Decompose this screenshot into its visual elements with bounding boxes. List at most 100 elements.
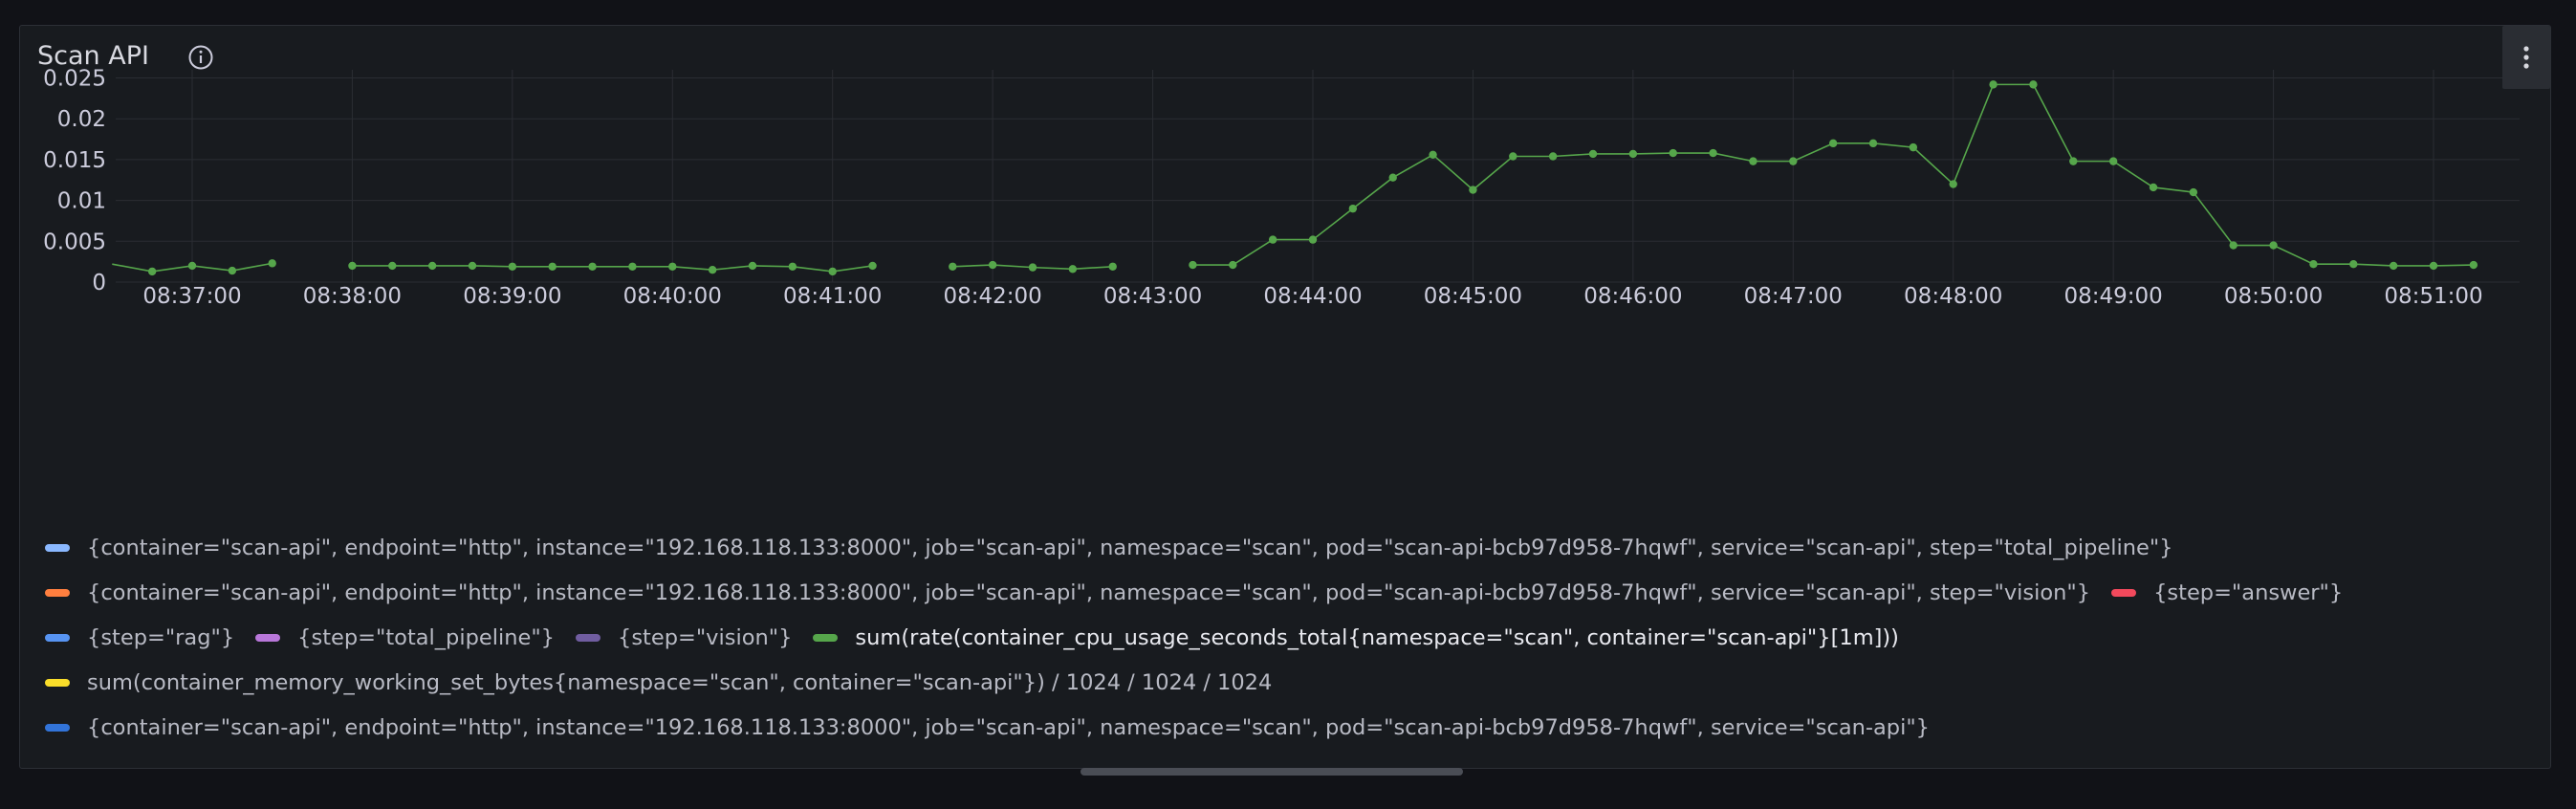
legend-item[interactable]: {container="scan-api", endpoint="http", …: [45, 715, 1930, 740]
data-point: [1909, 142, 1918, 152]
data-point: [348, 261, 357, 271]
data-point: [868, 261, 877, 271]
legend-row: sum(container_memory_working_set_bytes{n…: [45, 667, 2531, 712]
data-point: [2108, 157, 2118, 165]
legend-label: {step="total_pipeline"}: [297, 625, 555, 650]
data-point: [2189, 187, 2198, 197]
data-point: [1229, 260, 1237, 270]
data-point: [628, 262, 637, 271]
data-point: [508, 262, 517, 271]
y-tick-label: 0.005: [43, 230, 106, 254]
legend-color-swatch: [255, 634, 281, 642]
y-tick-label: 0: [92, 271, 106, 295]
data-point: [147, 267, 157, 276]
data-point: [1789, 157, 1798, 165]
data-point: [588, 262, 597, 271]
data-point: [1588, 149, 1598, 159]
x-tick-label: 08:38:00: [303, 284, 402, 309]
data-point: [1709, 148, 1717, 158]
legend-label: {container="scan-api", endpoint="http", …: [87, 580, 2091, 605]
data-point: [1949, 180, 1957, 188]
data-point: [1749, 157, 1757, 165]
data-point: [788, 262, 797, 271]
data-point: [1828, 139, 1838, 148]
data-point: [1868, 139, 1878, 148]
legend-item[interactable]: sum(container_memory_working_set_bytes{n…: [45, 670, 1272, 695]
legend-label: {step="vision"}: [618, 625, 793, 650]
x-tick-label: 08:37:00: [142, 284, 241, 309]
legend-item[interactable]: {step="rag"}: [45, 625, 234, 650]
legend-item[interactable]: sum(rate(container_cpu_usage_seconds_tot…: [813, 625, 1899, 650]
legend-item[interactable]: {step="vision"}: [576, 625, 792, 650]
y-tick-label: 0.01: [57, 189, 106, 214]
legend-color-swatch: [45, 634, 70, 642]
data-point: [2389, 261, 2398, 271]
legend-item[interactable]: {step="answer"}: [2111, 580, 2343, 605]
data-point: [1509, 152, 1517, 161]
x-tick-label: 08:46:00: [1583, 284, 1682, 309]
data-point: [1068, 265, 1078, 273]
data-point: [828, 267, 837, 276]
legend-label: {step="answer"}: [2153, 580, 2344, 605]
x-tick-label: 08:49:00: [2063, 284, 2162, 309]
data-point: [388, 261, 397, 271]
legend-row: {step="rag"} {step="total_pipeline"} {step…: [45, 623, 2531, 667]
data-point: [1989, 80, 1997, 89]
x-tick-label: 08:41:00: [783, 284, 882, 309]
legend-label: {container="scan-api", endpoint="http", …: [87, 536, 2173, 560]
data-point: [1028, 263, 1037, 272]
y-tick-label: 0.025: [43, 67, 106, 92]
data-point: [2349, 260, 2358, 269]
data-point: [228, 266, 237, 275]
x-tick-label: 08:42:00: [943, 284, 1041, 309]
data-point: [1628, 149, 1638, 159]
legend-row: {container="scan-api", endpoint="http", …: [45, 712, 2531, 757]
x-tick-label: 08:44:00: [1263, 284, 1362, 309]
data-point: [2229, 241, 2238, 250]
data-point: [988, 260, 997, 270]
data-point: [2029, 80, 2038, 89]
data-point: [748, 261, 757, 271]
x-tick-label: 08:40:00: [623, 284, 722, 309]
legend-item[interactable]: {container="scan-api", endpoint="http", …: [45, 580, 2090, 605]
data-point: [1189, 260, 1197, 270]
data-point: [949, 262, 957, 271]
data-point: [1388, 173, 1397, 182]
data-point: [2069, 157, 2078, 165]
legend-color-swatch: [45, 724, 70, 732]
data-point: [1429, 150, 1437, 159]
x-tick-label: 08:50:00: [2224, 284, 2323, 309]
data-point: [187, 261, 197, 271]
legend-item[interactable]: {step="total_pipeline"}: [255, 625, 555, 650]
legend-label: sum(container_memory_working_set_bytes{n…: [87, 670, 1273, 695]
y-tick-label: 0.02: [57, 107, 106, 132]
x-tick-label: 08:43:00: [1103, 284, 1202, 309]
data-point: [2149, 183, 2158, 192]
time-series-chart[interactable]: 0 0.005 0.01 0.015 0.02 0.025 08:37:00 08:38:00…: [20, 26, 2550, 533]
data-point: [468, 261, 477, 271]
legend-color-swatch: [45, 679, 70, 687]
legend-label: {step="rag"}: [87, 625, 235, 650]
legend-color-swatch: [813, 634, 839, 642]
x-tick-label: 08:39:00: [463, 284, 561, 309]
legend-item[interactable]: {container="scan-api", endpoint="http", …: [45, 536, 2172, 560]
x-tick-label: 08:51:00: [2384, 284, 2482, 309]
data-point: [2469, 260, 2478, 270]
legend: {container="scan-api", endpoint="http", …: [45, 533, 2531, 757]
data-point: [708, 265, 717, 274]
legend-row: {container="scan-api", endpoint="http", …: [45, 578, 2531, 623]
data-point: [1548, 152, 1558, 161]
data-point: [1108, 262, 1117, 271]
data-point: [2269, 241, 2278, 250]
legend-color-swatch: [45, 544, 70, 552]
data-point: [668, 262, 677, 271]
data-point: [268, 259, 276, 268]
y-tick-label: 0.015: [43, 148, 106, 173]
data-point: [1348, 204, 1358, 213]
data-point: [427, 261, 437, 271]
data-point: [1268, 235, 1277, 244]
data-point: [1669, 148, 1677, 158]
legend-color-swatch: [45, 589, 70, 597]
horizontal-scrollbar[interactable]: [1081, 768, 1463, 776]
data-point: [548, 262, 557, 271]
